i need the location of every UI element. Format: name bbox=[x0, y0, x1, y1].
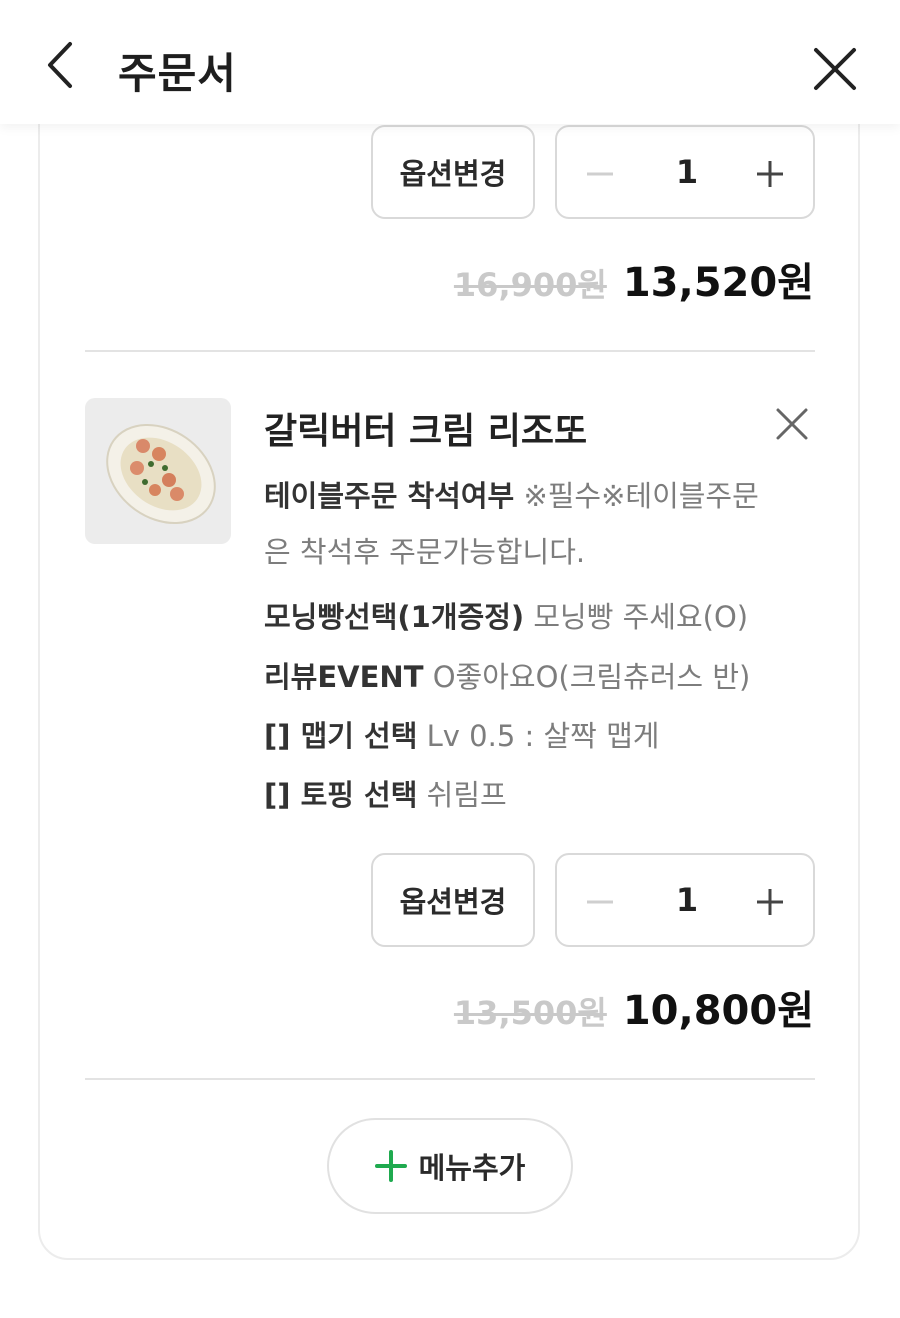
remove-item-icon[interactable] bbox=[774, 406, 810, 442]
original-price: 13,500원 bbox=[453, 994, 607, 1032]
plus-icon[interactable] bbox=[755, 887, 785, 917]
option-line: 리뷰EVENT O좋아요O(크림츄러스 반) bbox=[264, 660, 751, 694]
sale-price: 13,520원 bbox=[622, 260, 814, 306]
price-row: 13,500원 10,800원 bbox=[454, 978, 814, 1036]
quantity-stepper: 1 bbox=[555, 125, 815, 219]
price-row: 16,900원 13,520원 bbox=[454, 250, 814, 308]
add-menu-button[interactable]: 메뉴추가 bbox=[327, 1118, 573, 1214]
option-line: [] 맵기 선택 Lv 0.5 : 살짝 맵게 bbox=[264, 719, 660, 753]
add-menu-label: 메뉴추가 bbox=[418, 1151, 526, 1185]
plus-icon[interactable] bbox=[755, 159, 785, 189]
page-title: 주문서 bbox=[118, 49, 237, 98]
header-bar: 주문서 bbox=[0, 0, 900, 124]
plus-icon bbox=[374, 1150, 407, 1182]
close-icon[interactable] bbox=[810, 44, 860, 94]
option-line: 테이블주문 착석여부 ※필수※테이블주문은 착석후 주문가능합니다. bbox=[264, 479, 759, 569]
option-change-button[interactable]: 옵션변경 bbox=[371, 853, 535, 947]
original-price: 16,900원 bbox=[453, 266, 607, 304]
option-change-button[interactable]: 옵션변경 bbox=[371, 125, 535, 219]
sale-price: 10,800원 bbox=[622, 988, 814, 1034]
divider bbox=[85, 350, 815, 352]
back-arrow-icon[interactable] bbox=[42, 40, 82, 90]
option-line: 모닝빵선택(1개증정) 모닝빵 주세요(O) bbox=[264, 600, 749, 634]
option-line: [] 토핑 선택 쉬림프 bbox=[264, 778, 507, 812]
menu-thumbnail bbox=[85, 398, 231, 544]
quantity-stepper: 1 bbox=[555, 853, 815, 947]
menu-item-name: 갈릭버터 크림 리조또 bbox=[264, 411, 588, 452]
divider bbox=[85, 1078, 815, 1080]
